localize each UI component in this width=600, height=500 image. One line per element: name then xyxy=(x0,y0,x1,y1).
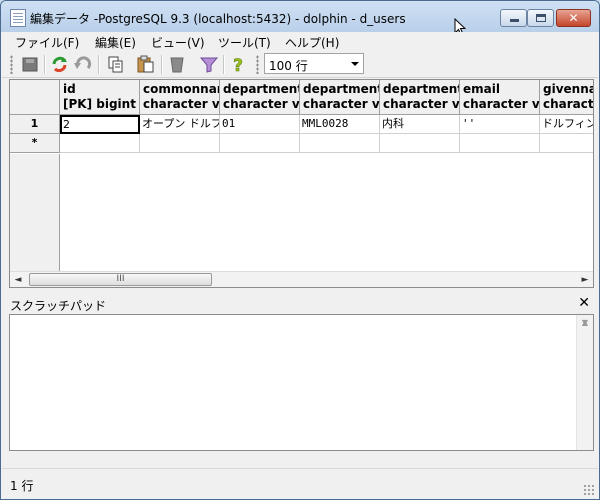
status-bar: 1 行 xyxy=(2,468,598,499)
column-name: commonname xyxy=(143,82,219,96)
help-icon: ? xyxy=(233,56,243,77)
refresh-button[interactable] xyxy=(50,55,70,74)
column-type: character varying xyxy=(543,97,594,111)
scratchpad-textarea[interactable]: ▲ ▼ xyxy=(9,314,594,451)
row-header[interactable]: 1 xyxy=(10,115,60,134)
copy-button[interactable] xyxy=(106,55,126,74)
column-name: departmentcode xyxy=(303,82,379,96)
toolbar: ? 100 行 xyxy=(2,52,598,78)
new-row-cell[interactable] xyxy=(60,134,140,153)
maximize-icon xyxy=(536,14,546,22)
column-header-departmentname[interactable]: departmentname character varying xyxy=(380,80,460,115)
undo-button[interactable] xyxy=(73,55,93,74)
resize-grip-icon[interactable] xyxy=(583,484,595,496)
column-header-email[interactable]: email character varying xyxy=(460,80,540,115)
paste-button[interactable] xyxy=(136,55,156,74)
column-type: character varying xyxy=(303,97,380,111)
column-name: givenname xyxy=(543,82,593,96)
row-limit-value: 100 行 xyxy=(269,59,308,73)
filter-button[interactable] xyxy=(199,55,219,74)
new-row-header[interactable]: * xyxy=(10,134,60,153)
column-name: departmentid xyxy=(223,82,299,96)
maximize-button[interactable] xyxy=(527,9,554,27)
save-button[interactable] xyxy=(20,55,40,74)
copy-icon xyxy=(108,56,123,73)
table-cell-id[interactable]: 2 xyxy=(60,115,140,134)
save-icon xyxy=(22,57,38,72)
column-name: departmentname xyxy=(383,82,459,96)
table-icon xyxy=(10,9,26,27)
menu-file[interactable]: ファイル(F) xyxy=(15,34,79,51)
row-count-status: 1 行 xyxy=(10,479,34,493)
menu-tools[interactable]: ツール(T) xyxy=(218,34,271,51)
column-header-commonname[interactable]: commonname character varying xyxy=(140,80,220,115)
vertical-scrollbar[interactable]: ▲ ▼ xyxy=(576,315,593,450)
table-cell-email[interactable]: '' xyxy=(460,115,540,134)
table-cell-departmentid[interactable]: 01 xyxy=(220,115,300,134)
column-type: character varying xyxy=(463,97,540,111)
title-bar[interactable]: 編集データ -PostgreSQL 9.3 (localhost:5432) -… xyxy=(1,1,599,36)
column-type: character varying xyxy=(383,97,460,111)
horizontal-scrollbar[interactable]: ◄ III ► xyxy=(10,271,593,287)
column-header-givenname[interactable]: givenname character varying xyxy=(540,80,594,115)
column-type: character varying xyxy=(223,97,300,111)
chevron-down-icon xyxy=(351,62,359,66)
table-cell-givenname[interactable]: ドルフィン xyxy=(540,115,593,134)
close-icon[interactable]: ✕ xyxy=(578,295,590,311)
toolbar-separator xyxy=(98,55,100,74)
svg-text:?: ? xyxy=(233,56,243,74)
filter-icon xyxy=(199,57,219,73)
column-name: id xyxy=(63,82,76,96)
table-cell-departmentname[interactable]: 内科 xyxy=(380,115,460,134)
menu-bar: ファイル(F) 編集(E) ビュー(V) ツール(T) ヘルプ(H) xyxy=(2,32,598,52)
new-row-cell[interactable] xyxy=(220,134,300,153)
scratchpad-title: スクラッチパッド xyxy=(10,299,107,313)
scroll-down-icon[interactable]: ▼ xyxy=(577,315,593,331)
new-row-cell[interactable] xyxy=(460,134,540,153)
table-cell-departmentcode[interactable]: MML0028 xyxy=(300,115,380,134)
toolbar-separator xyxy=(161,55,163,74)
help-button[interactable]: ? xyxy=(228,55,248,77)
menu-help[interactable]: ヘルプ(H) xyxy=(285,34,339,51)
new-row-cell[interactable] xyxy=(300,134,380,153)
menu-view[interactable]: ビュー(V) xyxy=(151,34,205,51)
refresh-icon xyxy=(52,56,67,73)
toolbar-grip[interactable] xyxy=(10,55,13,74)
close-icon: ✕ xyxy=(568,11,579,25)
column-header-id[interactable]: id [PK] bigint xyxy=(60,80,140,115)
delete-row-button[interactable] xyxy=(167,55,187,74)
menu-edit[interactable]: 編集(E) xyxy=(95,34,136,51)
minimize-icon xyxy=(510,19,519,22)
grid-corner[interactable] xyxy=(10,80,60,115)
new-row-cell[interactable] xyxy=(140,134,220,153)
toolbar-separator xyxy=(223,55,225,74)
app-window: 編集データ -PostgreSQL 9.3 (localhost:5432) -… xyxy=(0,0,600,500)
scratchpad-header: スクラッチパッド ✕ xyxy=(9,295,594,313)
row-header-column xyxy=(10,154,60,272)
data-grid: id [PK] bigint commonname character vary… xyxy=(9,79,594,288)
column-type: [PK] bigint xyxy=(63,97,136,111)
close-button[interactable]: ✕ xyxy=(556,9,591,27)
new-row-cell[interactable] xyxy=(540,134,593,153)
paste-icon xyxy=(137,55,154,73)
column-header-departmentid[interactable]: departmentid character varying xyxy=(220,80,300,115)
window-title: 編集データ -PostgreSQL 9.3 (localhost:5432) -… xyxy=(30,12,406,26)
column-type: character varying xyxy=(143,97,220,111)
scrollbar-thumb[interactable]: III xyxy=(29,273,212,286)
undo-icon xyxy=(74,56,92,70)
scroll-right-icon[interactable]: ► xyxy=(577,272,593,287)
table-cell-commonname[interactable]: オープン ドルフィン xyxy=(140,115,220,134)
row-limit-select[interactable]: 100 行 xyxy=(264,53,364,74)
toolbar-grip[interactable] xyxy=(256,55,259,74)
column-name: email xyxy=(463,82,500,96)
delete-row-icon xyxy=(170,57,184,73)
column-header-departmentcode[interactable]: departmentcode character varying xyxy=(300,80,380,115)
scroll-left-icon[interactable]: ◄ xyxy=(10,272,26,287)
new-row-cell[interactable] xyxy=(380,134,460,153)
toolbar-separator xyxy=(44,55,46,74)
minimize-button[interactable] xyxy=(500,9,527,27)
